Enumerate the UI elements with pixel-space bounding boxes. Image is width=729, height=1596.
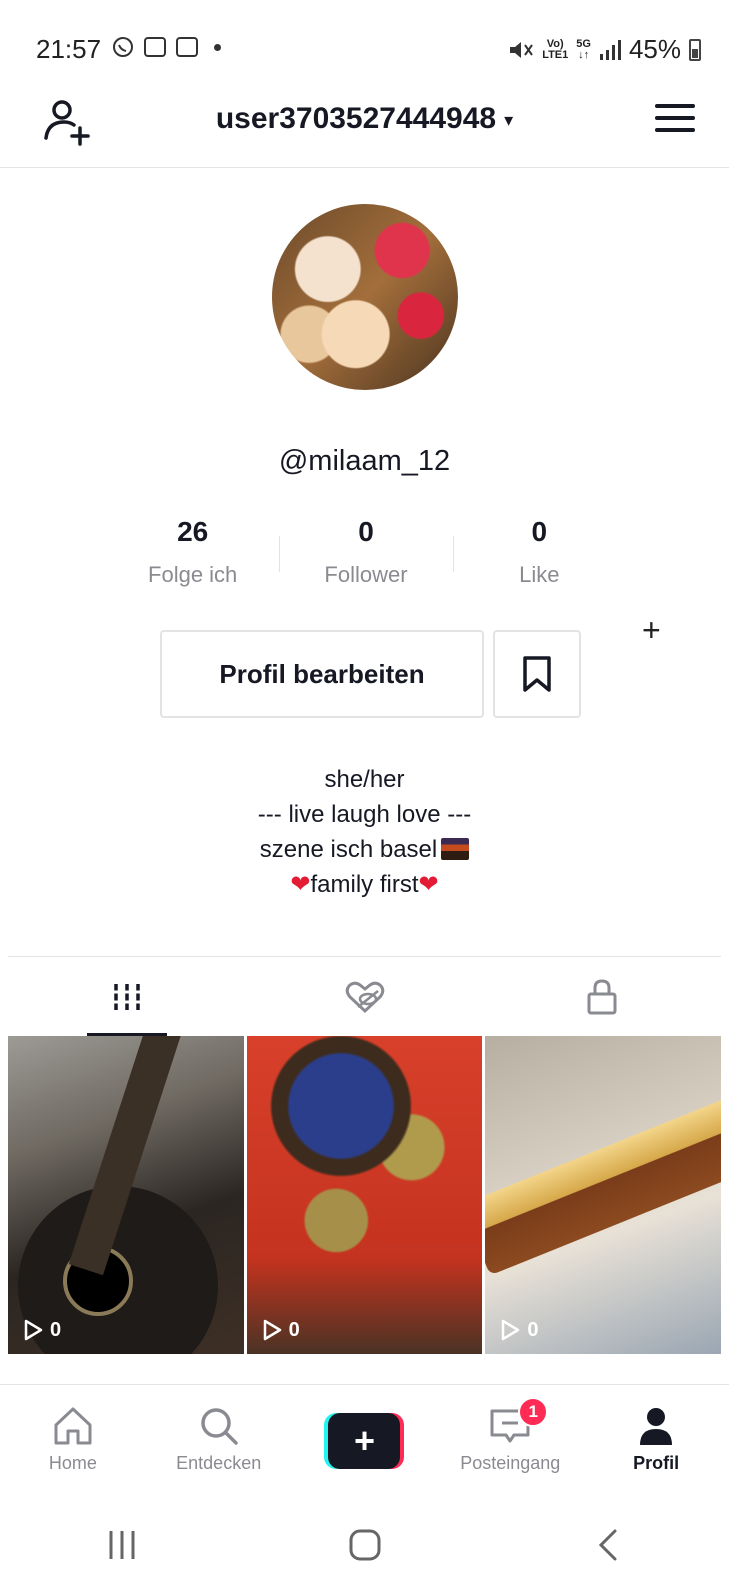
home-button[interactable] — [335, 1520, 395, 1570]
battery-percent: 45% — [628, 34, 681, 64]
video-thumbnail[interactable]: 0 — [485, 1036, 722, 1354]
play-icon — [24, 1319, 43, 1341]
tab-private[interactable] — [483, 957, 721, 1036]
view-count-value: 0 — [50, 1318, 62, 1341]
mute-icon — [510, 41, 534, 58]
search-icon — [200, 1408, 238, 1445]
profile-stats: 26 Folge ich 0 Follower 0 Like — [106, 516, 626, 596]
gallery-icon — [176, 37, 198, 57]
bio-line: szene isch basel — [0, 832, 729, 867]
nav-label: Profil — [633, 1453, 680, 1473]
stat-value: 26 — [177, 516, 209, 547]
notification-icons — [112, 36, 221, 58]
status-time: 21:57 — [36, 34, 102, 64]
stat-label: Folge ich — [148, 562, 238, 587]
back-button[interactable] — [578, 1520, 638, 1570]
nav-create[interactable]: + — [292, 1385, 438, 1494]
bookmark-icon — [523, 656, 551, 692]
profile-header: user3703527444948 ▾ — [0, 80, 729, 168]
nav-discover[interactable]: Entdecken — [146, 1385, 292, 1494]
system-nav-bar — [0, 1494, 729, 1596]
view-count-value: 0 — [527, 1318, 539, 1341]
signal-icon — [599, 39, 621, 60]
stat-label: Like — [519, 562, 560, 587]
heart-icon: ❤ — [290, 871, 311, 898]
nav-home[interactable]: Home — [0, 1385, 146, 1494]
cursor-crosshair: + — [642, 612, 661, 648]
stat-value: 0 — [358, 516, 374, 547]
liked-hidden-icon — [345, 981, 384, 1013]
heart-icon: ❤ — [418, 871, 439, 898]
nav-label: Entdecken — [176, 1453, 262, 1473]
whatsapp-icon — [113, 37, 133, 57]
profile-bio: she/her --- live laugh love --- szene is… — [0, 762, 729, 902]
stat-followers[interactable]: 0 Follower — [279, 516, 452, 596]
stat-following[interactable]: 26 Folge ich — [106, 516, 279, 596]
status-bar: 21:57 Vo) LTE1 5G ↓↑ 45% — [0, 0, 729, 80]
view-count-value: 0 — [288, 1318, 300, 1341]
bio-text: szene isch basel — [259, 836, 438, 863]
hamburger-icon — [655, 104, 695, 108]
video-thumbnail[interactable]: 0 — [246, 1036, 483, 1354]
smarties-tube-image — [485, 1092, 722, 1276]
nav-label: Posteingang — [460, 1453, 561, 1473]
grid-icon — [111, 983, 142, 1010]
bio-line: --- live laugh love --- — [257, 801, 472, 828]
stat-label: Follower — [324, 562, 408, 587]
tab-videos[interactable] — [8, 957, 246, 1036]
bio-line: ❤family first❤ — [0, 867, 729, 902]
create-button[interactable]: + — [324, 1413, 405, 1469]
back-icon — [598, 1529, 616, 1561]
view-count: 0 — [499, 1318, 538, 1342]
chevron-down-icon: ▾ — [504, 109, 514, 130]
nav-profile[interactable]: Profil — [583, 1385, 729, 1494]
stat-likes[interactable]: 0 Like — [452, 516, 626, 596]
city-sunset-emoji-icon — [441, 838, 470, 860]
tab-liked[interactable] — [246, 957, 484, 1036]
bottom-nav: Home Entdecken + 1 Posteingang Profil — [0, 1384, 729, 1494]
more-notifications-icon — [214, 43, 221, 51]
lock-icon — [587, 978, 617, 1014]
5g-icon: 5G ↓↑ — [576, 37, 591, 61]
profile-icon — [640, 1408, 673, 1445]
edit-profile-button[interactable]: Profil bearbeiten — [160, 630, 484, 718]
home-icon — [54, 1407, 92, 1445]
system-status: Vo) LTE1 5G ↓↑ 45% — [508, 34, 701, 65]
bio-line: she/her — [324, 766, 405, 793]
profile-tabs — [8, 956, 721, 1036]
recent-apps-icon — [109, 1531, 134, 1559]
play-icon — [263, 1319, 281, 1341]
video-thumbnail[interactable]: 0 — [8, 1036, 244, 1354]
profile-handle: @milaam_12 — [278, 445, 451, 477]
battery-icon — [689, 38, 701, 61]
inbox-badge: 1 — [518, 1397, 549, 1427]
favorites-button[interactable] — [493, 630, 581, 718]
plus-icon: + — [328, 1413, 401, 1469]
menu-button[interactable] — [655, 104, 695, 136]
account-switcher[interactable]: user3703527444948 ▾ — [0, 102, 729, 136]
home-square-icon — [349, 1529, 380, 1561]
bio-text: family first — [310, 871, 419, 898]
mail-icon — [144, 37, 166, 57]
username: user3703527444948 — [215, 102, 497, 135]
recent-apps-button[interactable] — [92, 1520, 152, 1570]
avatar[interactable] — [272, 204, 458, 390]
view-count: 0 — [261, 1318, 300, 1342]
view-count: 0 — [22, 1318, 61, 1342]
video-grid: 0 0 0 — [8, 1036, 722, 1354]
stat-value: 0 — [531, 516, 548, 547]
play-icon — [502, 1319, 520, 1341]
nav-label: Home — [48, 1453, 97, 1473]
volte-icon: Vo) LTE1 — [542, 37, 569, 61]
nav-inbox[interactable]: 1 Posteingang — [437, 1385, 583, 1494]
